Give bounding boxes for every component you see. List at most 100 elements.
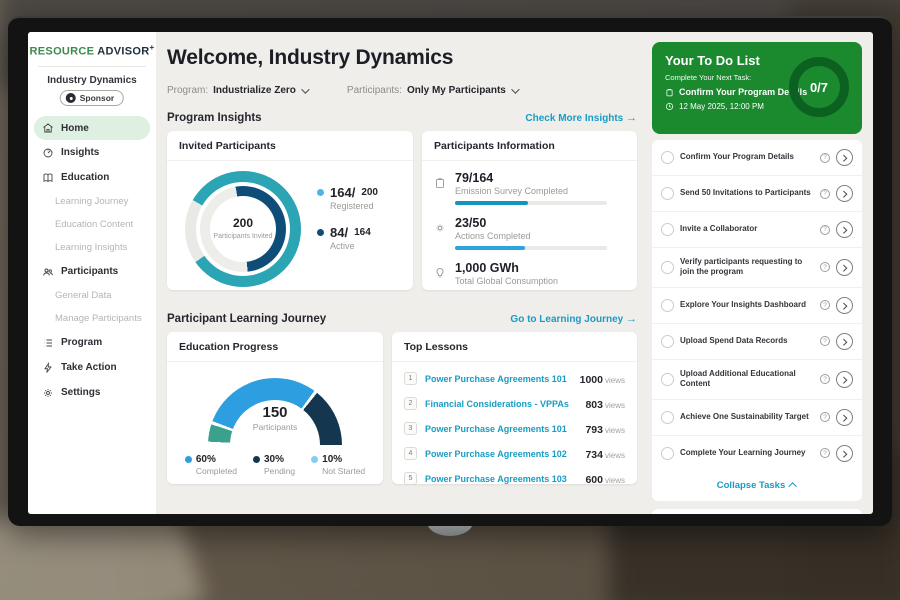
sidebar-item-take-action[interactable]: Take Action (28, 355, 156, 380)
task-row-upload-educational-content[interactable]: Upload Additional Educational Content ? (652, 360, 862, 400)
task-checkbox[interactable] (661, 151, 674, 164)
task-checkbox[interactable] (661, 261, 674, 274)
task-checkbox[interactable] (661, 335, 674, 348)
lesson-link[interactable]: Power Purchase Agreements 103 (425, 474, 577, 484)
task-go-button[interactable] (836, 445, 853, 462)
sidebar-item-education-content[interactable]: Education Content (28, 213, 156, 236)
app-logo: RESOURCE ADVISOR+ (28, 43, 156, 58)
help-icon[interactable]: ? (820, 448, 830, 458)
task-go-button[interactable] (836, 333, 853, 350)
task-row-invite-collaborator[interactable]: Invite a Collaborator ? (652, 212, 862, 248)
participants-dropdown[interactable]: Only My Participants (407, 85, 517, 96)
sidebar-item-general-data[interactable]: General Data (28, 284, 156, 307)
lightbulb-icon (434, 261, 447, 286)
lesson-row: 2 Financial Considerations - VPPAs 803vi… (404, 391, 625, 416)
task-checkbox[interactable] (661, 411, 674, 424)
task-go-button[interactable] (836, 371, 853, 388)
task-row-complete-learning-journey[interactable]: Complete Your Learning Journey ? (652, 436, 862, 471)
sidebar-item-insights[interactable]: Insights (28, 140, 156, 165)
clipboard-icon (665, 88, 674, 97)
sidebar-item-learning-insights[interactable]: Learning Insights (28, 236, 156, 259)
lesson-rank: 3 (404, 422, 417, 435)
task-row-achieve-target[interactable]: Achieve One Sustainability Target ? (652, 400, 862, 436)
take-action-icon (42, 362, 54, 374)
sidebar-item-label: Education Content (55, 219, 133, 230)
lesson-link[interactable]: Power Purchase Agreements 101 (425, 374, 572, 384)
help-icon[interactable]: ? (820, 153, 830, 163)
lesson-link[interactable]: Financial Considerations - VPPAs (425, 399, 577, 409)
stat-value: 79/164 (455, 171, 607, 185)
sidebar-item-program[interactable]: Program (28, 330, 156, 355)
chevron-right-icon (840, 227, 847, 234)
check-more-insights-link[interactable]: Check More Insights → (525, 112, 637, 124)
logo-secondary: ADVISOR (97, 46, 149, 58)
global-consumption-row: 1,000 GWh Total Global Consumption (434, 261, 625, 286)
task-checkbox[interactable] (661, 223, 674, 236)
task-go-button[interactable] (836, 297, 853, 314)
sidebar-item-label: Settings (61, 387, 100, 398)
chevron-right-icon (840, 414, 847, 421)
learning-journey-header: Participant Learning Journey Go to Learn… (167, 313, 637, 325)
task-row-explore-insights[interactable]: Explore Your Insights Dashboard ? (652, 288, 862, 324)
section-title: Participant Learning Journey (167, 313, 326, 325)
sidebar-item-label: Take Action (61, 362, 117, 373)
legend-not-started: 10% Not Started (311, 454, 365, 476)
lesson-link[interactable]: Power Purchase Agreements 102 (425, 449, 577, 459)
sidebar-item-learning-journey[interactable]: Learning Journey (28, 190, 156, 213)
legend-active: 84/164 Active (317, 225, 378, 251)
sidebar-item-label: General Data (55, 290, 112, 301)
task-go-button[interactable] (836, 185, 853, 202)
views-count: 793 (585, 424, 603, 436)
gauge-center-value: 150 (208, 404, 342, 421)
invited-participants-card: Invited Participants 200 Participants In… (167, 131, 413, 290)
legend-dot (185, 456, 192, 463)
sidebar-item-manage-participants[interactable]: Manage Participants (28, 307, 156, 330)
help-icon[interactable]: ? (820, 189, 830, 199)
task-checkbox[interactable] (661, 447, 674, 460)
lesson-row: 4 Power Purchase Agreements 102 734views (404, 441, 625, 466)
help-icon[interactable]: ? (820, 336, 830, 346)
program-dropdown[interactable]: Industrialize Zero (213, 85, 307, 96)
card-title: Top Lessons (392, 332, 637, 362)
sidebar-nav: Home Insights Education Learning Journey… (28, 116, 156, 405)
sidebar-item-home[interactable]: Home (34, 116, 150, 140)
help-icon[interactable]: ? (820, 262, 830, 272)
lesson-rank: 2 (404, 397, 417, 410)
task-row-send-invitations[interactable]: Send 50 Invitations to Participants ? (652, 176, 862, 212)
collapse-tasks-link[interactable]: Collapse Tasks (652, 471, 862, 501)
sidebar-item-settings[interactable]: Settings (28, 380, 156, 405)
gauge-center-label: Participants (208, 422, 342, 432)
task-checkbox[interactable] (661, 299, 674, 312)
card-title: Education Progress (167, 332, 383, 362)
task-go-button[interactable] (836, 221, 853, 238)
logo-primary: RESOURCE (30, 46, 95, 58)
task-row-upload-spend-data[interactable]: Upload Spend Data Records ? (652, 324, 862, 360)
help-icon[interactable]: ? (820, 412, 830, 422)
sponsor-badge[interactable]: Sponsor (60, 90, 124, 106)
help-icon[interactable]: ? (820, 225, 830, 235)
people-icon (42, 266, 54, 278)
task-go-button[interactable] (836, 409, 853, 426)
go-to-learning-journey-link[interactable]: Go to Learning Journey → (510, 313, 637, 325)
legend-registered: 164/200 Registered (317, 185, 378, 211)
chevron-right-icon (840, 450, 847, 457)
task-go-button[interactable] (836, 259, 853, 276)
task-checkbox[interactable] (661, 187, 674, 200)
insights-icon (42, 147, 54, 159)
clipboard-icon (434, 171, 447, 205)
actions-icon (434, 216, 447, 250)
task-row-verify-participants[interactable]: Verify participants requesting to join t… (652, 248, 862, 288)
help-icon[interactable]: ? (820, 300, 830, 310)
sidebar-item-participants[interactable]: Participants (28, 259, 156, 284)
sidebar-item-education[interactable]: Education (28, 165, 156, 190)
participants-filter-label: Participants: (347, 85, 402, 96)
lesson-link[interactable]: Power Purchase Agreements 101 (425, 424, 577, 434)
arrow-right-icon: → (626, 313, 637, 325)
task-go-button[interactable] (836, 149, 853, 166)
help-icon[interactable]: ? (820, 374, 830, 384)
task-checkbox[interactable] (661, 373, 674, 386)
participants-filter: Participants: Only My Participants (347, 85, 517, 96)
task-row-confirm-program[interactable]: Confirm Your Program Details ? (652, 140, 862, 176)
views-count: 1000 (580, 374, 603, 386)
chevron-down-icon (511, 85, 519, 93)
